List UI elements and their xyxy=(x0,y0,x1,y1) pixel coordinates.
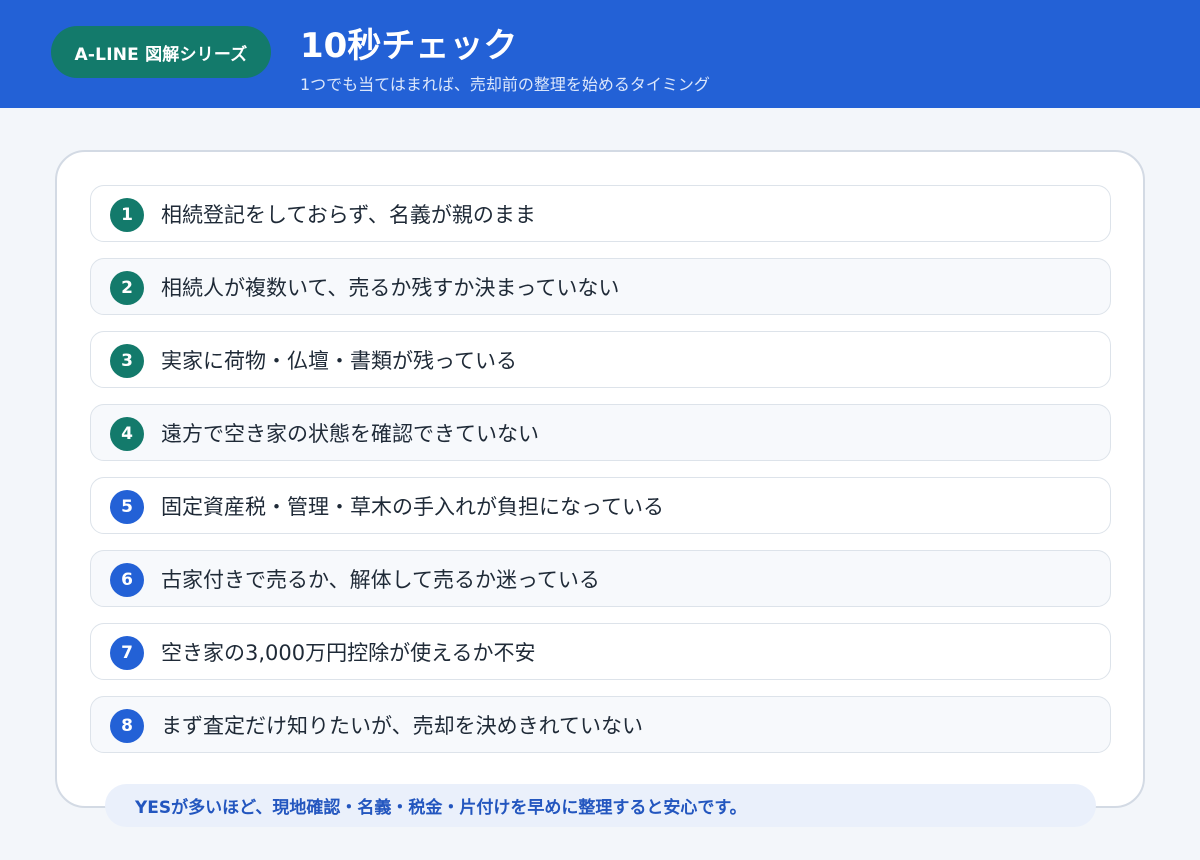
item-text: 遠方で空き家の状態を確認できていない xyxy=(161,422,539,446)
checklist-item-7: 7 空き家の3,000万円控除が使えるか不安 xyxy=(90,623,1111,680)
page-title: 10秒チェック xyxy=(300,26,518,66)
item-text: 実家に荷物・仏壇・書類が残っている xyxy=(161,349,517,373)
item-text: まず査定だけ知りたいが、売却を決めきれていない xyxy=(161,714,643,738)
checklist-item-4: 4 遠方で空き家の状態を確認できていない xyxy=(90,404,1111,461)
item-text: 相続登記をしておらず、名義が親のまま xyxy=(161,203,536,227)
checklist-item-6: 6 古家付きで売るか、解体して売るか迷っている xyxy=(90,550,1111,607)
item-number-badge: 5 xyxy=(110,490,144,524)
footer-note: YESが多いほど、現地確認・名義・税金・片付けを早めに整理すると安心です。 xyxy=(105,784,1096,827)
item-number-badge: 4 xyxy=(110,417,144,451)
item-number-badge: 2 xyxy=(110,271,144,305)
item-number-badge: 1 xyxy=(110,198,144,232)
item-number-badge: 3 xyxy=(110,344,144,378)
checklist-item-2: 2 相続人が複数いて、売るか残すか決まっていない xyxy=(90,258,1111,315)
series-badge: A-LINE 図解シリーズ xyxy=(51,26,271,78)
checklist-item-3: 3 実家に荷物・仏壇・書類が残っている xyxy=(90,331,1111,388)
item-text: 相続人が複数いて、売るか残すか決まっていない xyxy=(161,276,620,300)
checklist-item-5: 5 固定資産税・管理・草木の手入れが負担になっている xyxy=(90,477,1111,534)
checklist-item-1: 1 相続登記をしておらず、名義が親のまま xyxy=(90,185,1111,242)
item-text: 固定資産税・管理・草木の手入れが負担になっている xyxy=(161,495,664,519)
checklist-item-8: 8 まず査定だけ知りたいが、売却を決めきれていない xyxy=(90,696,1111,753)
item-text: 空き家の3,000万円控除が使えるか不安 xyxy=(161,641,536,665)
item-text: 古家付きで売るか、解体して売るか迷っている xyxy=(161,568,600,592)
page-subtitle: 1つでも当てはまれば、売却前の整理を始めるタイミング xyxy=(300,75,710,94)
item-number-badge: 7 xyxy=(110,636,144,670)
item-number-badge: 8 xyxy=(110,709,144,743)
header-bar: A-LINE 図解シリーズ 10秒チェック 1つでも当てはまれば、売却前の整理を… xyxy=(0,0,1200,108)
item-number-badge: 6 xyxy=(110,563,144,597)
